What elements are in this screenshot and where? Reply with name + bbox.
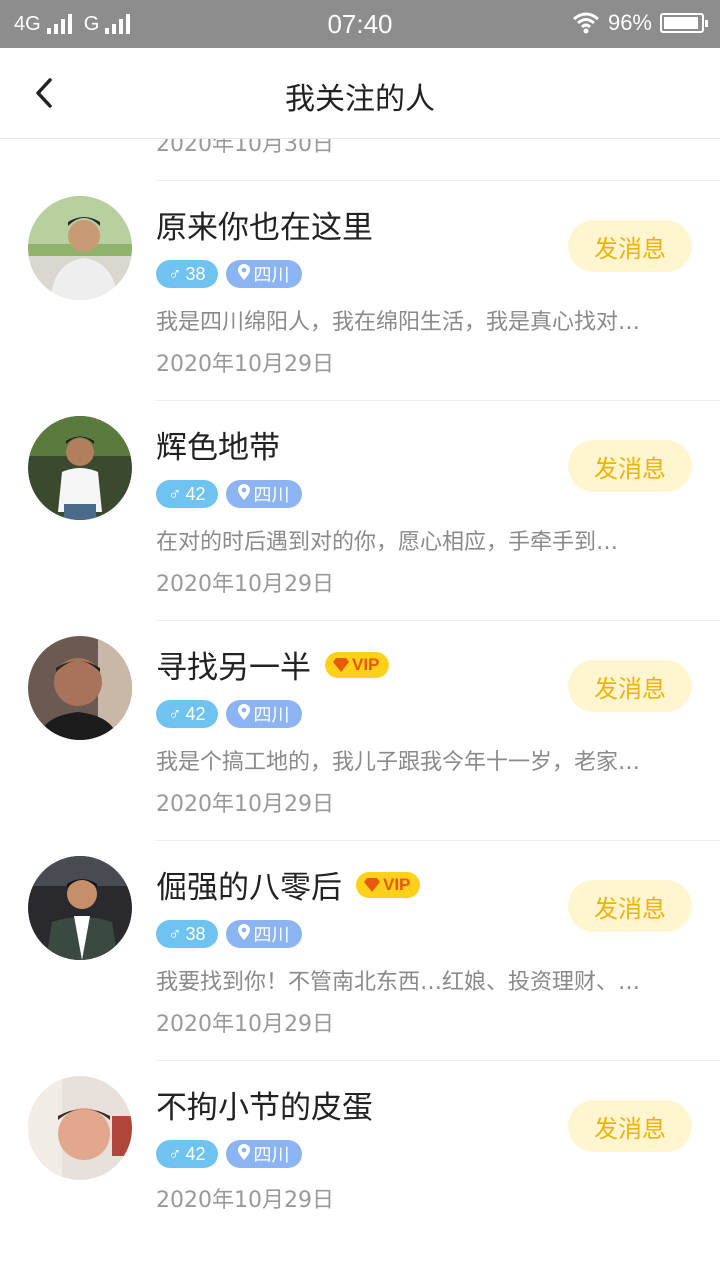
follow-date: 2020年10月29日 [156,352,334,377]
male-icon: ♂ [168,483,182,504]
wifi-icon [572,12,599,34]
battery-percent: 96% [607,10,652,35]
page-title: 我关注的人 [285,82,435,117]
age-tag: ♂ 42 [156,700,218,728]
age-value: 38 [185,923,206,944]
male-icon: ♂ [168,263,182,284]
male-icon: ♂ [168,703,182,724]
male-icon: ♂ [168,1143,182,1164]
follow-date: 2020年10月29日 [156,1012,334,1037]
avatar[interactable] [28,416,132,520]
list-item[interactable]: 不拘小节的皮蛋 ♂ 42 四川 2020年10月29日 发消息 [0,1060,720,1280]
send-message-button[interactable]: 发消息 [568,660,692,712]
list-item[interactable]: 寻找另一半 VIP ♂ 42 四川 我是个搞工地的，我儿子跟我今年十一岁，老家… … [0,620,720,840]
send-message-button[interactable]: 发消息 [568,440,692,492]
vip-label: VIP [383,874,411,894]
diamond-icon [333,657,349,672]
age-value: 42 [185,1143,206,1164]
location-tag: 四川 [225,480,302,508]
vip-label: VIP [352,654,380,674]
age-tag: ♂ 42 [156,480,218,508]
list-item[interactable]: 倔强的八零后 VIP ♂ 38 四川 我要找到你！不管南北东西…红娘、投资理财、…… [0,840,720,1060]
battery-icon [660,13,708,33]
location-value: 四川 [253,265,290,285]
user-name[interactable]: 倔强的八零后 [156,862,342,907]
user-bio: 我要找到你！不管南北东西…红娘、投资理财、… [156,970,641,995]
send-message-button[interactable]: 发消息 [568,880,692,932]
user-bio: 我是四川绵阳人，我在绵阳生活，我是真心找对… [156,310,641,335]
location-tag: 四川 [225,1140,302,1168]
avatar[interactable] [28,196,132,300]
user-name[interactable]: 不拘小节的皮蛋 [156,1082,373,1127]
status-bar: 4G G 07:40 96% [0,0,720,48]
location-value: 四川 [253,705,290,725]
age-value: 38 [185,263,206,284]
location-pin-icon [237,703,250,725]
age-tag: ♂ 38 [156,260,218,288]
user-name[interactable]: 辉色地带 [156,422,280,467]
age-tag: ♂ 42 [156,1140,218,1168]
location-tag: 四川 [225,700,302,728]
location-pin-icon [237,1143,250,1165]
age-tag: ♂ 38 [156,920,218,948]
avatar[interactable] [28,1076,132,1180]
location-tag: 四川 [225,920,302,948]
list-item[interactable]: 辉色地带 ♂ 42 四川 在对的时后遇到对的你，愿心相应，手牵手到… 2020年1… [0,400,720,620]
male-icon: ♂ [168,923,182,944]
user-bio: 在对的时后遇到对的你，愿心相应，手牵手到… [156,530,619,555]
vip-badge: VIP [325,651,390,678]
user-name[interactable]: 原来你也在这里 [156,202,373,247]
location-value: 四川 [253,925,290,945]
location-pin-icon [237,483,250,505]
vip-badge: VIP [356,871,421,898]
navigation-bar: 我关注的人 [0,48,720,139]
location-value: 四川 [253,485,290,505]
follow-date: 2020年10月29日 [156,792,334,817]
list-item[interactable]: 原来你也在这里 ♂ 38 四川 我是四川绵阳人，我在绵阳生活，我是真心找对… 20… [0,180,720,400]
battery-fill [664,17,699,29]
user-name[interactable]: 寻找另一半 [156,642,311,687]
avatar[interactable] [28,856,132,960]
user-bio: 我是个搞工地的，我儿子跟我今年十一岁，老家… [156,750,641,775]
avatar[interactable] [28,636,132,740]
location-pin-icon [237,263,250,285]
location-tag: 四川 [225,260,302,288]
send-message-button[interactable]: 发消息 [568,1100,692,1152]
status-right: 96% [572,10,708,36]
age-value: 42 [185,703,206,724]
send-message-button[interactable]: 发消息 [568,220,692,272]
location-value: 四川 [253,1145,290,1165]
follow-date: 2020年10月29日 [156,1188,334,1213]
follow-date: 2020年10月29日 [156,572,334,597]
location-pin-icon [237,923,250,945]
diamond-icon [364,877,380,892]
age-value: 42 [185,483,206,504]
